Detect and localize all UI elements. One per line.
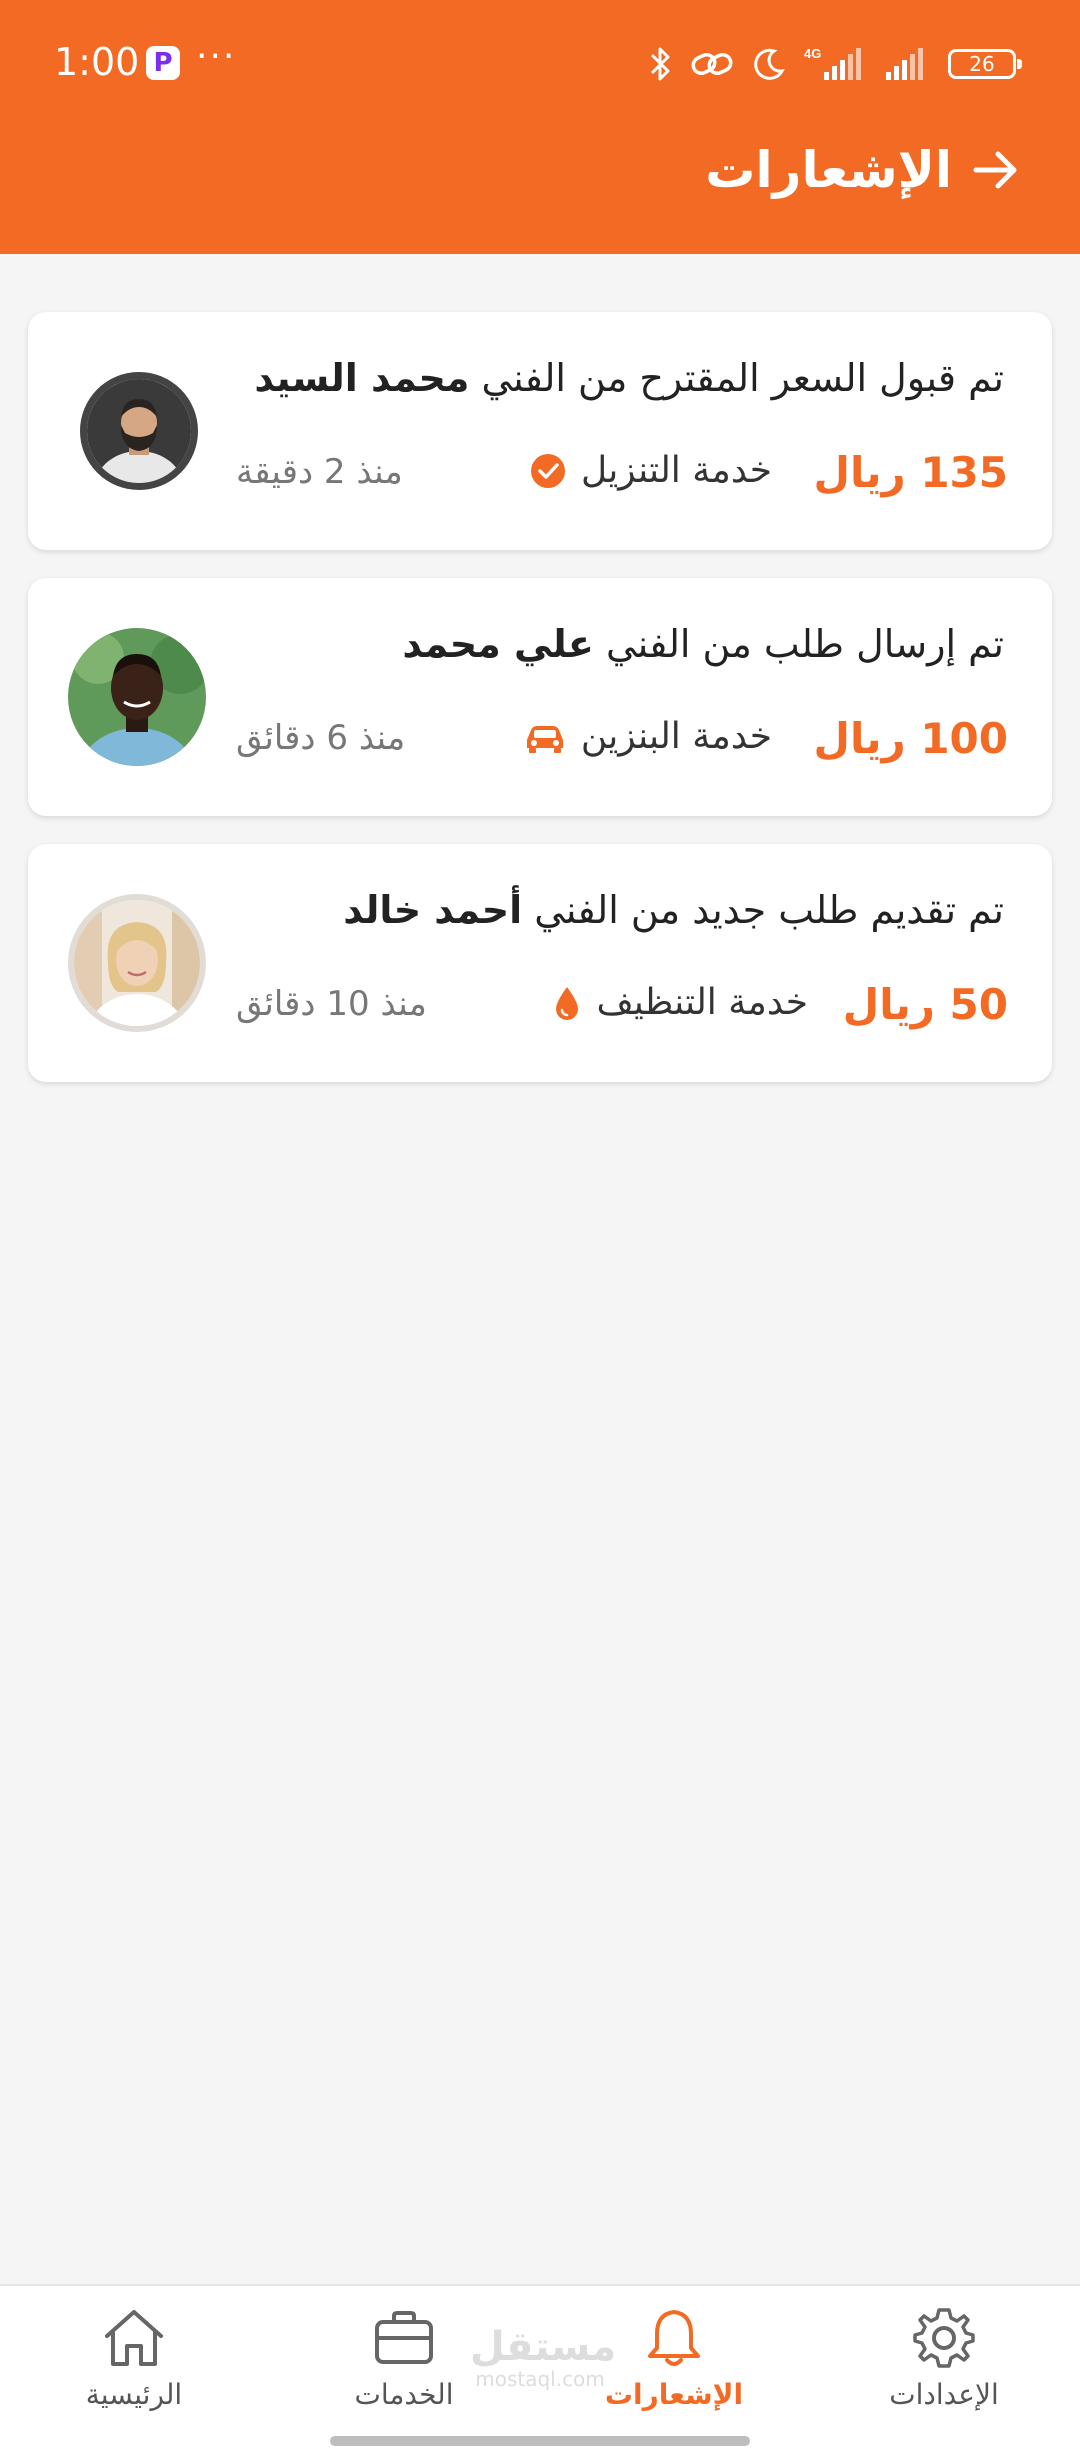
notification-price: 50 ريال (842, 980, 1008, 1029)
network-type: 4G (804, 46, 821, 61)
notification-time: منذ 6 دقائق (236, 718, 406, 758)
nav-label: الإعدادات (889, 2378, 999, 2411)
notification-card[interactable]: تم قبول السعر المقترح من الفني محمد السي… (28, 312, 1052, 550)
drop-icon (556, 986, 579, 1020)
avatar (68, 894, 206, 1032)
notification-card[interactable]: تم إرسال طلب من الفني علي محمد 100 ريال … (28, 578, 1052, 816)
status-icons: 4G 26 (650, 40, 1022, 88)
avatar-photo (68, 628, 206, 766)
notification-card[interactable]: تم تقديم طلب جديد من الفني أحمد خالد 50 … (28, 844, 1052, 1082)
link-icon (691, 52, 733, 76)
battery-icon: 26 (948, 49, 1022, 79)
watermark-latin: mostaql.com (475, 2367, 605, 2391)
bluetooth-icon (650, 47, 670, 81)
signal-4g-icon: 4G (804, 46, 861, 80)
service-label: خدمة التنزيل (580, 450, 772, 491)
notification-price: 100 ريال (813, 714, 1008, 763)
technician-name: علي محمد (402, 622, 594, 666)
title-row: الإشعارات (705, 130, 1026, 210)
avatar (68, 628, 206, 766)
notification-list: تم قبول السعر المقترح من الفني محمد السي… (28, 312, 1052, 1110)
bell-icon (648, 2310, 700, 2366)
service-label: خدمة البنزين (580, 716, 772, 757)
notification-message: تم تقديم طلب جديد من الفني أحمد خالد (224, 888, 1004, 932)
check-circle-icon (530, 453, 565, 488)
signal-icon (886, 48, 923, 80)
home-icon (105, 2310, 163, 2366)
arrow-right-icon (973, 151, 1017, 189)
home-indicator[interactable] (330, 2436, 750, 2446)
notification-prefix: تم قبول السعر المقترح من الفني (481, 356, 1004, 400)
service-label: خدمة التنظيف (596, 982, 808, 1023)
notification-message: تم إرسال طلب من الفني علي محمد (224, 622, 1004, 666)
watermark-arabic: مستقل (470, 2324, 617, 2370)
app-notification-icon: P (146, 46, 180, 80)
notification-prefix: تم إرسال طلب من الفني (605, 622, 1004, 666)
status-time: 1:00 (54, 40, 140, 84)
status-bar: 1:00 P ··· 4G 26 (0, 0, 1080, 130)
app-header: 1:00 P ··· 4G 26 الإشعارات (0, 0, 1080, 254)
notification-service: خدمة التنزيل (529, 450, 772, 491)
nav-item-settings[interactable]: الإعدادات (844, 2306, 1044, 2411)
notification-service: خدمة البنزين (523, 716, 772, 757)
gear-icon (913, 2308, 975, 2368)
nav-item-home[interactable]: الرئيسية (34, 2306, 234, 2411)
notification-price: 135 ريال (813, 448, 1008, 497)
bottom-navigation: الرئيسية الخدمات الإشعارات الإعدادات مست… (0, 2284, 1080, 2460)
technician-name: أحمد خالد (343, 888, 523, 932)
notification-service: خدمة التنظيف (552, 982, 808, 1023)
nav-label: الرئيسية (85, 2378, 183, 2411)
back-button[interactable] (966, 140, 1026, 200)
page-title: الإشعارات (705, 141, 952, 199)
briefcase-icon (375, 2311, 433, 2364)
notification-time: منذ 10 دقائق (236, 984, 427, 1024)
notification-message: تم قبول السعر المقترح من الفني محمد السي… (224, 356, 1004, 400)
notification-time: منذ 2 دقيقة (236, 452, 403, 492)
car-icon (526, 725, 563, 753)
technician-name: محمد السيد (254, 356, 470, 400)
moon-icon (754, 48, 785, 80)
avatar-photo (87, 379, 191, 483)
notification-prefix: تم تقديم طلب جديد من الفني (534, 888, 1004, 932)
avatar-photo (74, 900, 200, 1026)
watermark-logo: مستقل mostaql.com (470, 2324, 617, 2391)
more-notifications-icon: ··· (196, 36, 237, 77)
avatar (80, 372, 198, 490)
